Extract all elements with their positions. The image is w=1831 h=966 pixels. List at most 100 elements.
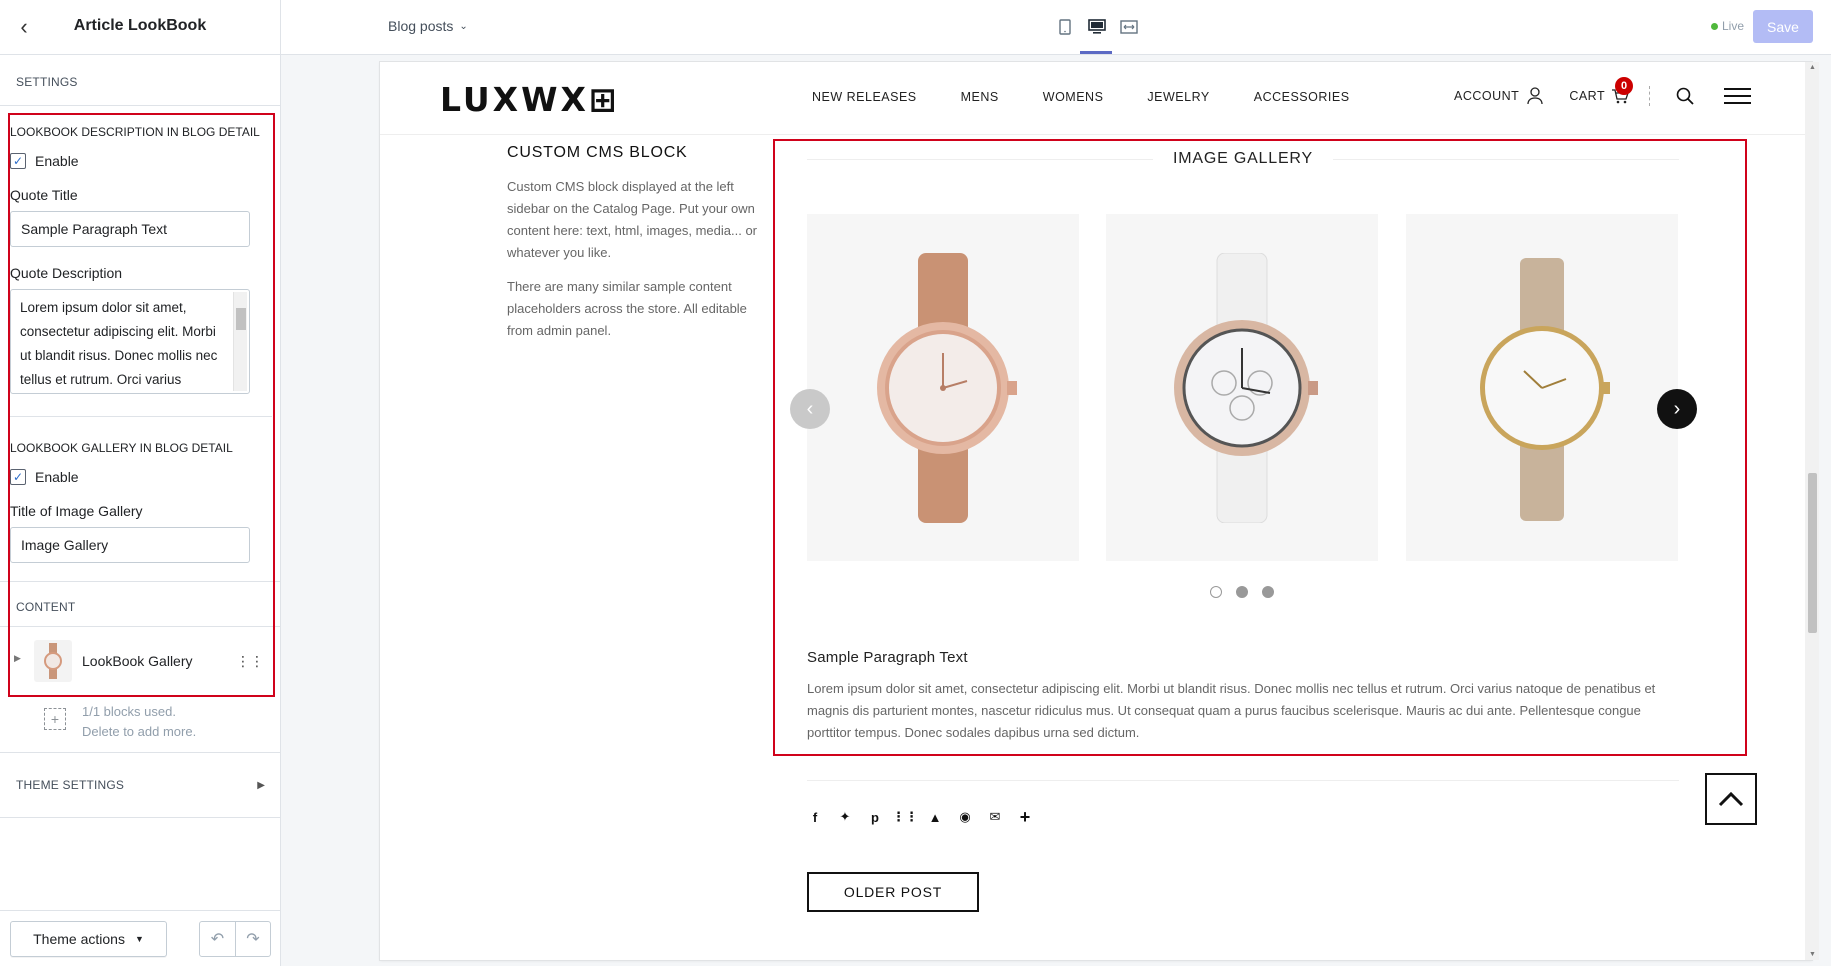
group-title: LOOKBOOK GALLERY IN BLOG DETAIL [10,441,233,455]
mobile-view-icon[interactable] [1054,16,1076,38]
active-device-indicator [1080,51,1112,54]
sidebar-title: Article LookBook [73,17,207,34]
preview-scrollbar[interactable]: ▲ ▼ [1805,62,1819,960]
nav-item-accessories[interactable]: ACCESSORIES [1254,90,1350,104]
gallery-next-button[interactable]: › [1657,389,1697,429]
editor-sidebar: ‹ Article LookBook SETTINGS LOOKBOOK DES… [0,0,281,966]
blocks-used-text: 1/1 blocks used. Delete to add more. [82,702,196,742]
desktop-view-icon[interactable] [1086,16,1108,38]
enable-description-checkbox[interactable]: ✓ Enable [10,153,272,169]
quote-description-textarea[interactable]: Lorem ipsum dolor sit amet, consectetur … [10,289,250,394]
main-nav: NEW RELEASES MENS WOMENS JEWELRY ACCESSO… [812,90,1350,104]
twitter-icon[interactable]: ✦ [837,809,853,825]
checkbox-label: Enable [35,469,79,485]
paragraph-title: Sample Paragraph Text [807,649,968,666]
header-actions: ACCOUNT CART 0 [1454,77,1752,106]
undo-redo-group: ↶ ↷ [199,920,271,957]
share-links: f ✦ p ⋮⋮ ▲ ◉ ✉ + [807,807,1033,827]
chevron-right-icon: ▶ [257,779,265,791]
divider [807,158,1154,160]
live-label: Live [1722,19,1745,33]
cms-title: CUSTOM CMS BLOCK [507,144,688,161]
theme-settings-row[interactable]: THEME SETTINGS ▶ [0,752,281,818]
scroll-down-arrow-icon[interactable]: ▼ [1808,951,1817,958]
scroll-thumb[interactable] [236,308,246,330]
quote-title-label: Quote Title [10,187,78,203]
blocks-used-line-2: Delete to add more. [82,724,197,739]
pagination-dot-1[interactable] [1210,586,1222,598]
reddit-icon[interactable]: ◉ [957,809,973,825]
scroll-up-arrow-icon[interactable]: ▲ [1808,64,1817,71]
cart-link[interactable]: CART 0 [1569,77,1634,104]
watch-thumbnail [34,640,72,682]
account-link[interactable]: ACCOUNT [1454,87,1543,105]
device-toggle [1054,16,1140,38]
checkbox-label: Enable [35,153,79,169]
older-post-button[interactable]: OLDER POST [807,872,979,912]
cart-count-badge: 0 [1615,77,1634,95]
gallery-image-watch-2[interactable] [1106,214,1378,561]
lookbook-gallery-block[interactable]: ▶ LookBook Gallery ⋮⋮ [10,633,272,689]
user-icon [1527,87,1543,105]
redo-icon[interactable]: ↷ [235,921,270,956]
gallery-title-input[interactable]: Image Gallery [10,527,250,563]
gallery-title-label: Title of Image Gallery [10,503,143,519]
pagination-dot-3[interactable] [1262,586,1274,598]
search-icon[interactable] [1676,87,1694,105]
pagination-dot-2[interactable] [1236,586,1248,598]
quote-title-input[interactable]: Sample Paragraph Text [10,211,250,247]
email-icon[interactable]: ✉ [987,809,1003,825]
theme-actions-button[interactable]: Theme actions ▼ [10,920,167,957]
divider [1649,86,1651,106]
store-preview: LUXWX⊞ NEW RELEASES MENS WOMENS JEWELRY … [380,62,1812,960]
fullwidth-view-icon[interactable] [1118,16,1140,38]
textarea-scrollbar[interactable] [233,292,247,391]
nav-item-jewelry[interactable]: JEWELRY [1147,90,1209,104]
store-header: LUXWX⊞ NEW RELEASES MENS WOMENS JEWELRY … [380,62,1812,135]
divider [1332,158,1679,160]
chevron-down-icon: ⌄ [459,20,468,32]
snapchat-icon[interactable]: ▲ [927,809,943,825]
nav-item-womens[interactable]: WOMENS [1043,90,1104,104]
page-selector[interactable]: Blog posts ⌄ [388,18,468,34]
account-label: ACCOUNT [1454,89,1520,103]
checkbox-checked-icon[interactable]: ✓ [10,153,26,169]
blocks-used-line-1: 1/1 blocks used. [82,704,176,719]
divider [0,105,280,106]
save-button[interactable]: Save [1753,10,1813,43]
settings-section: SETTINGS [0,55,280,105]
chevron-up-icon [1718,791,1744,807]
divider [0,626,281,627]
expand-caret-icon[interactable]: ▶ [14,653,21,664]
add-block-icon: + [44,708,66,730]
gallery-image-watch-3[interactable] [1406,214,1678,561]
pinterest-icon[interactable]: p [867,809,883,825]
plus-icon[interactable]: + [1017,807,1033,827]
grid-share-icon[interactable]: ⋮⋮ [892,809,918,825]
checkbox-checked-icon[interactable]: ✓ [10,469,26,485]
nav-item-mens[interactable]: MENS [961,90,999,104]
nav-item-new-releases[interactable]: NEW RELEASES [812,90,917,104]
caret-down-icon: ▼ [134,933,144,944]
gallery-prev-button[interactable]: ‹ [790,389,830,429]
undo-icon[interactable]: ↶ [200,922,235,956]
back-to-top-button[interactable] [1705,773,1757,825]
paragraph-text: Lorem ipsum dolor sit amet, consectetur … [807,681,1656,740]
block-label: LookBook Gallery [82,653,193,669]
drag-handle-icon[interactable]: ⋮⋮ [236,653,264,670]
sidebar-header: ‹ Article LookBook [0,0,280,55]
textarea-value: Lorem ipsum dolor sit amet, consectetur … [20,300,218,387]
lookbook-gallery-group: LOOKBOOK GALLERY IN BLOG DETAIL ✓ Enable… [10,441,272,581]
divider [10,416,272,417]
cms-text-2: There are many similar sample content pl… [507,279,747,338]
sidebar-footer: Theme actions ▼ ↶ ↷ [0,910,281,966]
scroll-thumb[interactable] [1808,473,1817,633]
hamburger-menu-icon[interactable] [1724,88,1752,104]
theme-actions-label: Theme actions [33,930,125,947]
gallery-image-watch-1[interactable] [807,214,1079,561]
store-logo[interactable]: LUXWX⊞ [440,80,620,119]
enable-gallery-checkbox[interactable]: ✓ Enable [10,469,272,485]
gallery-header: IMAGE GALLERY [807,150,1679,168]
facebook-icon[interactable]: f [807,809,823,825]
gallery-title: IMAGE GALLERY [1173,150,1313,167]
